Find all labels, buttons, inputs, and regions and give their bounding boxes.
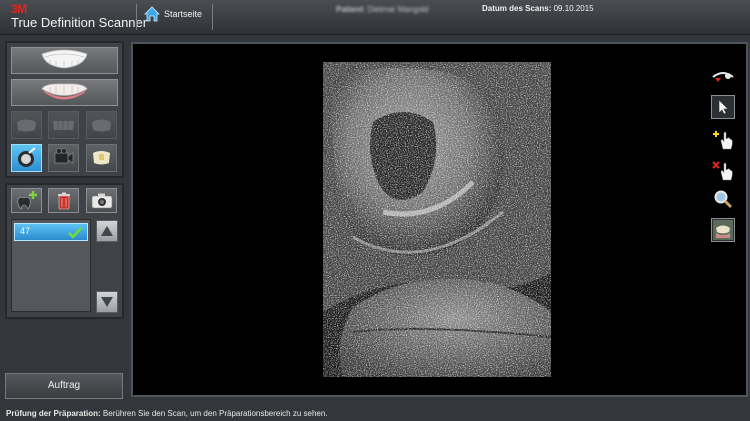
delete-button[interactable] [48,188,79,213]
upper-jaw-icon [41,49,88,69]
header-divider [212,4,213,30]
view-reset-icon [712,72,734,82]
video-camera-icon [54,148,74,164]
checkmark-icon [68,227,82,239]
status-bar: Prüfung der Präparation: Berühren Sie de… [6,409,328,418]
camera-button[interactable] [86,188,117,213]
remove-region-button[interactable] [711,159,735,183]
home-icon [144,6,160,22]
zoom-button[interactable] [711,187,735,211]
tooth-view-button[interactable] [711,218,735,242]
jaw-right-icon [92,119,111,132]
patient-label: Patient: [336,5,366,14]
list-item-label: 47 [20,226,31,236]
add-region-hand-icon [713,131,733,150]
jaw-left-icon [17,119,36,132]
magnifier-icon [714,190,733,209]
scan-date: Datum des Scans: 09.10.2015 [482,4,594,13]
header-divider [136,4,137,30]
scroll-up-button[interactable] [96,220,118,242]
pointer-icon [718,99,729,115]
scan-list: 47 [11,219,91,312]
add-region-button[interactable] [711,128,735,152]
tooth-thumbnail-icon [713,220,733,240]
jaw-front-icon [53,121,74,130]
order-button[interactable]: Auftrag [5,373,123,399]
home-button[interactable]: Startseite [144,6,202,22]
app-title: True Definition Scanner [11,15,148,30]
scan-date-label: Datum des Scans: [482,4,552,13]
camera-icon [91,193,112,208]
scan-date-value: 09.10.2015 [553,4,594,13]
tooth-prep-icon [93,151,110,165]
tooth-prep-button[interactable] [86,144,117,172]
remove-region-hand-icon [712,161,733,181]
home-button-label: Startseite [164,9,203,19]
trash-icon [57,192,70,209]
jaw-left-view-button[interactable] [11,111,42,139]
scan-viewport[interactable] [131,42,748,397]
video-camera-button[interactable] [48,144,79,172]
reset-view-button[interactable] [711,64,735,88]
add-tooth-button[interactable] [11,188,42,213]
jaw-front-view-button[interactable] [48,111,79,139]
brand-logo: 3M [11,2,27,16]
scan-image[interactable] [323,62,551,377]
scroll-down-button[interactable] [96,291,118,313]
select-tool-button[interactable] [711,95,735,119]
status-label: Prüfung der Präparation: [6,409,101,418]
patient-info: Patient: Dietmar Mangold [336,5,429,14]
add-tooth-icon [17,190,37,210]
title-bar: 3M True Definition Scanner Startseite Pa… [0,0,750,35]
preparation-check-button[interactable] [11,144,42,172]
patient-name: Dietmar Mangold [367,5,429,14]
triangle-up-icon [101,226,113,236]
status-message: Berühren Sie den Scan, um den Präparatio… [102,409,328,418]
list-item[interactable]: 47 [14,223,88,241]
lower-jaw-button[interactable] [11,79,118,106]
preparation-check-icon [18,147,36,167]
jaw-right-view-button[interactable] [86,111,117,139]
triangle-down-icon [101,297,113,307]
upper-jaw-button[interactable] [11,47,118,74]
lower-jaw-icon [41,83,88,100]
